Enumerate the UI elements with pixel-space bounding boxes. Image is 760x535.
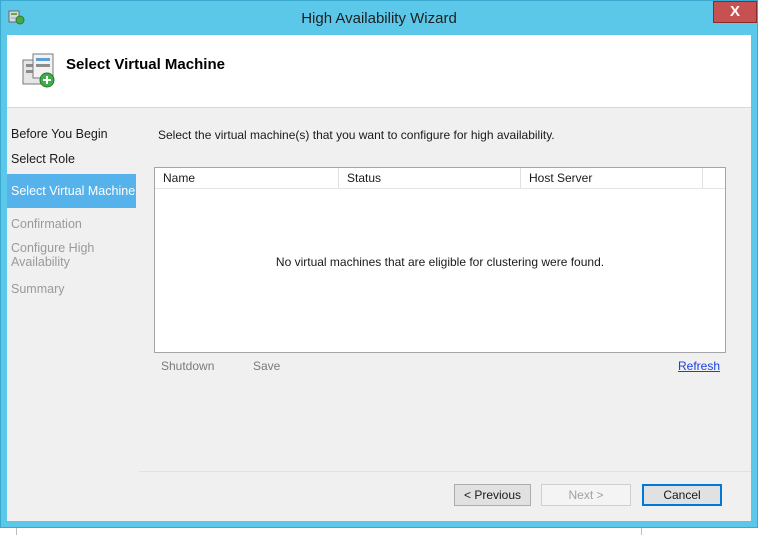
next-button: Next > bbox=[541, 484, 631, 506]
footer-divider bbox=[139, 471, 751, 472]
refresh-link[interactable]: Refresh bbox=[678, 359, 720, 373]
wizard-content: Select the virtual machine(s) that you w… bbox=[139, 108, 751, 521]
vm-list[interactable]: Name Status Host Server No virtual machi… bbox=[154, 167, 726, 353]
previous-button[interactable]: < Previous bbox=[454, 484, 531, 506]
vm-list-header: Name Status Host Server bbox=[155, 168, 725, 189]
background-window-edge bbox=[16, 528, 642, 535]
instruction-text: Select the virtual machine(s) that you w… bbox=[158, 128, 555, 142]
shutdown-action: Shutdown bbox=[161, 359, 215, 373]
title-bar[interactable]: High Availability Wizard X bbox=[1, 1, 757, 35]
wizard-client-area: Select Virtual Machine Before You Begin … bbox=[7, 35, 751, 521]
wizard-window: High Availability Wizard X Select Virtua… bbox=[0, 0, 758, 528]
column-header-status[interactable]: Status bbox=[339, 168, 521, 188]
column-header-name[interactable]: Name bbox=[155, 168, 339, 188]
wizard-step-nav: Before You Begin Select Role Select Virt… bbox=[7, 108, 139, 521]
empty-list-message: No virtual machines that are eligible fo… bbox=[275, 255, 605, 269]
server-wizard-icon bbox=[19, 50, 59, 90]
nav-step-before-you-begin[interactable]: Before You Begin bbox=[7, 127, 136, 141]
nav-step-configure-high-availability: Configure High Availability bbox=[11, 241, 95, 269]
column-header-host-server[interactable]: Host Server bbox=[521, 168, 703, 188]
nav-step-select-virtual-machine[interactable]: Select Virtual Machine bbox=[7, 174, 136, 208]
window-title: High Availability Wizard bbox=[301, 10, 457, 27]
nav-step-confirmation: Confirmation bbox=[11, 217, 82, 231]
nav-step-select-role[interactable]: Select Role bbox=[7, 152, 136, 166]
save-action: Save bbox=[253, 359, 281, 373]
close-button[interactable]: X bbox=[713, 1, 757, 23]
nav-step-summary: Summary bbox=[11, 282, 65, 296]
cancel-button[interactable]: Cancel bbox=[642, 484, 722, 506]
wizard-header: Select Virtual Machine bbox=[7, 35, 751, 108]
page-title: Select Virtual Machine bbox=[66, 56, 225, 73]
